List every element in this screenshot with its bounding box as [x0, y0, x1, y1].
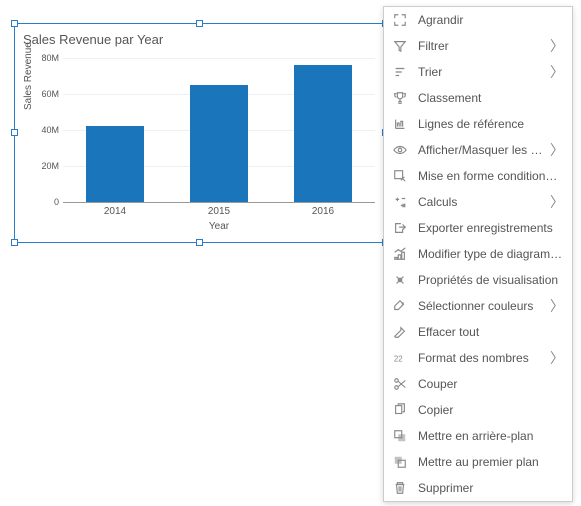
export-icon — [392, 220, 408, 236]
menu-item[interactable]: Copier — [384, 397, 572, 423]
chart-title: Sales Revenue par Year — [15, 24, 385, 47]
expand-icon — [392, 12, 408, 28]
menu-item-label: Exporter enregistrements — [418, 221, 564, 235]
menu-item-label: Agrandir — [418, 13, 564, 27]
chevron-right-icon: 〉 — [550, 351, 564, 365]
cut-icon — [392, 376, 408, 392]
reference-lines-icon — [392, 116, 408, 132]
bar[interactable] — [294, 65, 351, 202]
menu-item[interactable]: Propriétés de visualisation — [384, 267, 572, 293]
svg-text:22: 22 — [394, 355, 403, 364]
sort-icon — [392, 64, 408, 80]
trophy-icon — [392, 90, 408, 106]
menu-item[interactable]: Mettre au premier plan — [384, 449, 572, 475]
context-menu: Agrandir Filtrer 〉 Trier 〉 Classement Lignes d… — [383, 6, 573, 502]
colors-icon — [392, 298, 408, 314]
eraser-icon — [392, 324, 408, 340]
chevron-right-icon: 〉 — [550, 65, 564, 79]
plot-area: Sales Revenue Year 020M40M60M80M 2014201… — [63, 58, 375, 202]
send-back-icon — [392, 428, 408, 444]
conditional-format-icon — [392, 168, 408, 184]
menu-item-label: Calculs — [418, 195, 546, 209]
menu-item-label: Supprimer — [418, 481, 564, 495]
x-tick-label: 2014 — [104, 206, 126, 217]
menu-item-label: Copier — [418, 403, 564, 417]
calc-icon — [392, 194, 408, 210]
menu-item[interactable]: Lignes de référence — [384, 111, 572, 137]
menu-item-label: Filtrer — [418, 39, 546, 53]
menu-item[interactable]: Agrandir — [384, 7, 572, 33]
menu-item[interactable]: 22 Format des nombres 〉 — [384, 345, 572, 371]
number-format-icon: 22 — [392, 350, 408, 366]
x-tick-label: 2016 — [312, 206, 334, 217]
bar[interactable] — [86, 126, 143, 202]
chevron-right-icon: 〉 — [550, 143, 564, 157]
menu-item[interactable]: Trier 〉 — [384, 59, 572, 85]
menu-item-label: Lignes de référence — [418, 117, 564, 131]
menu-item-label: Format des nombres — [418, 351, 546, 365]
y-tick-label: 40M — [35, 125, 59, 135]
menu-item[interactable]: Calculs 〉 — [384, 189, 572, 215]
menu-item-label: Propriétés de visualisation — [418, 273, 564, 287]
resize-handle[interactable] — [196, 20, 203, 27]
y-tick-label: 60M — [35, 89, 59, 99]
trash-icon — [392, 480, 408, 496]
menu-item[interactable]: Effacer tout — [384, 319, 572, 345]
chevron-right-icon: 〉 — [550, 39, 564, 53]
chart-widget[interactable]: Sales Revenue par Year Sales Revenue Yea… — [14, 23, 386, 243]
resize-handle[interactable] — [11, 239, 18, 246]
menu-item-label: Mise en forme conditionnelle — [418, 169, 564, 183]
resize-handle[interactable] — [196, 239, 203, 246]
menu-item-label: Modifier type de diagramme — [418, 247, 564, 261]
resize-handle[interactable] — [11, 20, 18, 27]
viz-props-icon — [392, 272, 408, 288]
chevron-right-icon: 〉 — [550, 195, 564, 209]
menu-item[interactable]: Filtrer 〉 — [384, 33, 572, 59]
menu-item-label: Afficher/Masquer les propriétés — [418, 143, 546, 157]
menu-item[interactable]: Exporter enregistrements — [384, 215, 572, 241]
menu-item-label: Classement — [418, 91, 564, 105]
x-tick-label: 2015 — [208, 206, 230, 217]
chart-type-icon — [392, 246, 408, 262]
menu-item[interactable]: Couper — [384, 371, 572, 397]
y-tick-label: 20M — [35, 161, 59, 171]
bring-front-icon — [392, 454, 408, 470]
menu-item-label: Effacer tout — [418, 325, 564, 339]
menu-item-label: Mettre au premier plan — [418, 455, 564, 469]
menu-item-label: Couper — [418, 377, 564, 391]
y-axis-label: Sales Revenue — [23, 42, 34, 110]
copy-icon — [392, 402, 408, 418]
menu-item[interactable]: Classement — [384, 85, 572, 111]
menu-item[interactable]: Modifier type de diagramme — [384, 241, 572, 267]
menu-item-label: Trier — [418, 65, 546, 79]
menu-item-label: Mettre en arrière-plan — [418, 429, 564, 443]
menu-item[interactable]: Supprimer — [384, 475, 572, 501]
bar[interactable] — [190, 85, 247, 202]
chevron-right-icon: 〉 — [550, 299, 564, 313]
menu-item-label: Sélectionner couleurs — [418, 299, 546, 313]
y-tick-label: 0 — [35, 197, 59, 207]
x-axis-label: Year — [63, 221, 375, 232]
menu-item[interactable]: Mettre en arrière-plan — [384, 423, 572, 449]
eye-icon — [392, 142, 408, 158]
menu-item[interactable]: Sélectionner couleurs 〉 — [384, 293, 572, 319]
filter-icon — [392, 38, 408, 54]
menu-item[interactable]: Afficher/Masquer les propriétés 〉 — [384, 137, 572, 163]
y-tick-label: 80M — [35, 53, 59, 63]
resize-handle[interactable] — [11, 129, 18, 136]
menu-item[interactable]: Mise en forme conditionnelle — [384, 163, 572, 189]
